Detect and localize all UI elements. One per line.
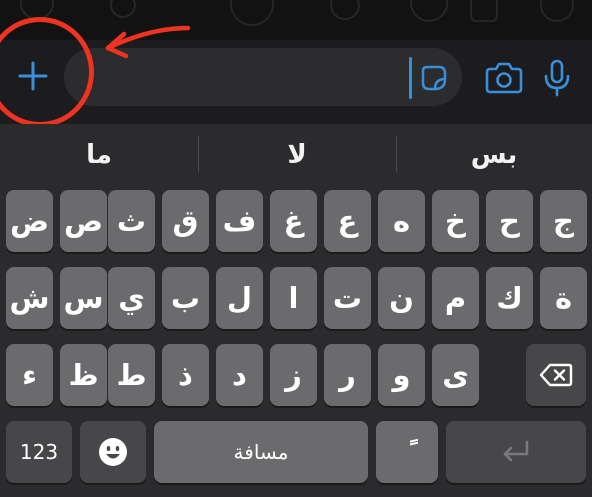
key[interactable]: ض — [6, 190, 53, 252]
backspace-key[interactable] — [526, 344, 586, 406]
text-caret — [409, 57, 412, 99]
wallpaper-doodle — [470, 0, 498, 22]
key[interactable]: ز — [270, 344, 317, 406]
camera-button[interactable] — [484, 60, 524, 96]
key[interactable]: ت — [324, 267, 371, 329]
key[interactable]: ط — [108, 344, 155, 406]
emoji-icon — [99, 438, 127, 466]
key[interactable]: ف — [216, 190, 263, 252]
key[interactable]: د — [216, 344, 263, 406]
sticker-button[interactable] — [419, 63, 449, 93]
wallpaper-doodle — [540, 0, 574, 22]
key[interactable]: ح — [486, 190, 533, 252]
key[interactable]: ث — [108, 190, 155, 252]
plus-icon — [18, 61, 48, 91]
key[interactable]: ك — [486, 267, 533, 329]
key[interactable]: ج — [540, 190, 587, 252]
key[interactable]: ذ — [162, 344, 209, 406]
key[interactable]: م — [432, 267, 479, 329]
wallpaper-doodle — [230, 0, 274, 26]
key[interactable]: ق — [162, 190, 209, 252]
key[interactable]: خ — [432, 190, 479, 252]
key[interactable]: ي — [108, 267, 155, 329]
space-key[interactable]: مسافة — [154, 421, 368, 483]
return-key[interactable] — [446, 421, 586, 483]
key[interactable]: ه — [378, 190, 425, 252]
tanween-key[interactable]: ً — [376, 421, 438, 483]
key[interactable]: غ — [270, 190, 317, 252]
microphone-icon — [544, 59, 570, 97]
key[interactable]: ل — [216, 267, 263, 329]
key[interactable]: ء — [6, 344, 53, 406]
keyboard: بس لا ما ج ح خ ه ع غ ف ق ث ص ض ة ك م ن ت… — [0, 124, 592, 497]
suggestion-3[interactable]: ما — [0, 124, 198, 186]
key[interactable]: و — [378, 344, 425, 406]
emoji-key[interactable] — [80, 421, 146, 483]
chat-wallpaper — [0, 0, 592, 40]
wallpaper-doodle — [110, 0, 136, 18]
key[interactable]: ة — [540, 267, 587, 329]
numbers-key[interactable]: 123 — [6, 421, 72, 483]
wallpaper-doodle — [410, 0, 448, 22]
suggestion-divider — [396, 136, 397, 172]
key[interactable]: ن — [378, 267, 425, 329]
key[interactable]: ظ — [60, 344, 107, 406]
key[interactable]: ب — [162, 267, 209, 329]
key[interactable]: ا — [270, 267, 317, 329]
key[interactable]: ص — [60, 190, 107, 252]
wallpaper-doodle — [20, 0, 54, 20]
key[interactable]: ى — [432, 344, 479, 406]
backspace-icon — [539, 363, 573, 387]
suggestion-1[interactable]: بس — [396, 124, 592, 186]
key[interactable]: ر — [324, 344, 371, 406]
microphone-button[interactable] — [542, 58, 572, 98]
wallpaper-doodle — [330, 0, 360, 20]
suggestion-divider — [198, 136, 199, 172]
camera-icon — [485, 62, 523, 94]
key[interactable]: ش — [6, 267, 53, 329]
suggestion-2[interactable]: لا — [198, 124, 396, 186]
message-text-field[interactable] — [64, 48, 462, 106]
return-icon — [503, 440, 529, 462]
key[interactable]: س — [60, 267, 107, 329]
key[interactable]: ع — [324, 190, 371, 252]
attach-button[interactable] — [14, 54, 52, 98]
sticker-icon — [421, 65, 447, 91]
